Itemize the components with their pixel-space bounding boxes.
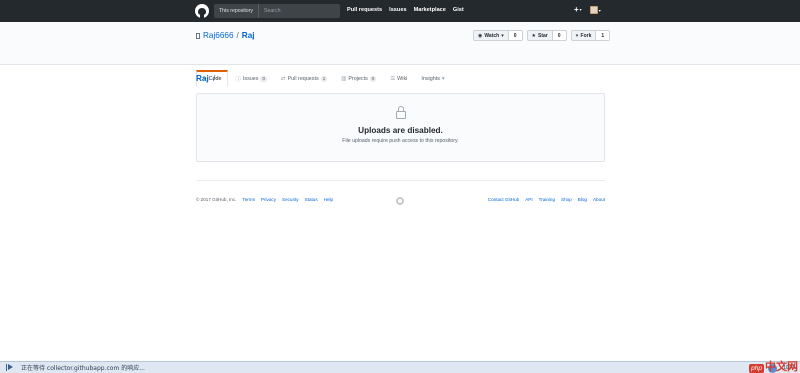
star-count[interactable]: 0 bbox=[552, 30, 567, 41]
repo-name-link[interactable]: Raj bbox=[242, 31, 255, 40]
user-menu[interactable]: ▾ bbox=[589, 6, 601, 14]
avatar bbox=[589, 6, 598, 14]
nav-pull-requests[interactable]: Pull requests bbox=[347, 7, 382, 13]
create-new-menu[interactable]: + ▾ bbox=[574, 6, 582, 14]
github-logo-icon[interactable] bbox=[195, 4, 209, 18]
github-mark-icon[interactable] bbox=[396, 197, 404, 205]
site-footer: © 2017 GitHub, Inc. Terms Privacy Securi… bbox=[196, 180, 605, 210]
watch-group: ◉ Watch ▾ 0 bbox=[473, 30, 523, 41]
tab-wiki-label: Wiki bbox=[397, 76, 408, 82]
status-text: 正在等待 collector.githubapp.com 的响应... bbox=[21, 365, 145, 372]
book-icon: ☰ bbox=[390, 76, 396, 82]
footer-copyright: © 2017 GitHub, Inc. bbox=[196, 197, 237, 202]
footer-link-blog[interactable]: Blog bbox=[578, 197, 587, 202]
repo-owner-link[interactable]: Raj6666 bbox=[203, 31, 234, 40]
repo-title: Raj6666 / Raj bbox=[196, 31, 255, 40]
project-icon: ▥ bbox=[341, 76, 347, 82]
footer-link-security[interactable]: Security bbox=[282, 197, 299, 202]
browser-status-bar: 正在等待 collector.githubapp.com 的响应... 100% bbox=[0, 361, 800, 373]
breadcrumb: Raj / bbox=[196, 74, 215, 83]
breadcrumb-separator: / bbox=[213, 74, 216, 83]
blankslate-title: Uploads are disabled. bbox=[358, 126, 443, 135]
watermark-cn: 中文网 bbox=[765, 360, 798, 373]
search-box[interactable]: This repository bbox=[214, 4, 340, 18]
play-icon[interactable] bbox=[6, 364, 13, 371]
chevron-down-icon: ▾ bbox=[441, 76, 445, 82]
footer-link-api[interactable]: API bbox=[525, 197, 532, 202]
chevron-down-icon: ▾ bbox=[579, 7, 582, 12]
fork-button[interactable]: ⑂ Fork bbox=[570, 30, 597, 41]
footer-link-status[interactable]: Status bbox=[305, 197, 318, 202]
search-input[interactable] bbox=[259, 8, 340, 14]
chevron-down-icon: ▾ bbox=[598, 7, 601, 13]
footer-link-shop[interactable]: Shop bbox=[561, 197, 572, 202]
watch-count[interactable]: 0 bbox=[508, 30, 523, 41]
repo-icon bbox=[196, 32, 200, 39]
fork-icon: ⑂ bbox=[575, 32, 579, 39]
uploads-disabled-panel: Uploads are disabled. File uploads requi… bbox=[196, 93, 605, 162]
footer-right: Contact GitHub API Training Shop Blog Ab… bbox=[488, 197, 605, 202]
tab-projects-label: Projects bbox=[348, 76, 368, 82]
header-right: + ▾ ▾ bbox=[574, 6, 601, 14]
projects-counter: 0 bbox=[369, 76, 377, 82]
watch-button[interactable]: ◉ Watch ▾ bbox=[473, 30, 509, 41]
footer-left: © 2017 GitHub, Inc. Terms Privacy Securi… bbox=[196, 197, 333, 202]
fork-count[interactable]: 1 bbox=[596, 30, 611, 41]
nav-issues[interactable]: Issues bbox=[389, 7, 406, 13]
watermark-php: php bbox=[749, 364, 764, 373]
footer-link-training[interactable]: Training bbox=[539, 197, 555, 202]
breadcrumb-repo-link[interactable]: Raj bbox=[196, 74, 209, 83]
tab-issues-label: Issues bbox=[242, 76, 259, 82]
footer-link-terms[interactable]: Terms bbox=[242, 197, 255, 202]
tab-insights-label: Insights bbox=[421, 76, 440, 82]
tab-issues[interactable]: ⓘ Issues 0 bbox=[228, 70, 274, 87]
star-label: Star bbox=[537, 32, 548, 39]
lock-icon bbox=[396, 106, 406, 119]
star-group: ★ Star 0 bbox=[526, 30, 567, 41]
pull-requests-counter: 1 bbox=[320, 76, 328, 82]
footer-link-help[interactable]: Help bbox=[324, 197, 333, 202]
tab-projects[interactable]: ▥ Projects 0 bbox=[334, 70, 383, 87]
star-icon: ★ bbox=[531, 32, 536, 39]
eye-icon: ◉ bbox=[478, 32, 483, 39]
chevron-down-icon: ▾ bbox=[501, 32, 504, 39]
pull-request-icon: ⇄ bbox=[281, 76, 286, 82]
repo-header: Raj6666 / Raj ◉ Watch ▾ 0 ★ Star 0 ⑂ For… bbox=[0, 22, 800, 87]
fork-group: ⑂ Fork 1 bbox=[570, 30, 611, 41]
repo-tabs: ‹› Code ⓘ Issues 0 ⇄ Pull requests 1 ▥ P… bbox=[196, 70, 452, 87]
search-scope-label: This repository bbox=[214, 4, 260, 18]
issues-counter: 0 bbox=[260, 76, 267, 82]
tab-wiki[interactable]: ☰ Wiki bbox=[383, 70, 414, 87]
blankslate-description: File uploads require push access to this… bbox=[342, 138, 459, 144]
star-button[interactable]: ★ Star bbox=[526, 30, 553, 41]
plus-icon: + bbox=[574, 5, 579, 14]
tab-pull-requests-label: Pull requests bbox=[287, 76, 319, 82]
footer-link-about[interactable]: About bbox=[593, 197, 605, 202]
header-nav: Pull requests Issues Marketplace Gist bbox=[347, 7, 464, 13]
tab-pull-requests[interactable]: ⇄ Pull requests 1 bbox=[274, 70, 334, 87]
fork-label: Fork bbox=[580, 32, 592, 39]
footer-link-contact[interactable]: Contact GitHub bbox=[488, 197, 519, 202]
nav-marketplace[interactable]: Marketplace bbox=[414, 7, 446, 13]
repo-title-separator: / bbox=[236, 31, 239, 40]
tab-insights[interactable]: Insights ▾ bbox=[414, 70, 451, 87]
repo-actions: ◉ Watch ▾ 0 ★ Star 0 ⑂ Fork 1 bbox=[473, 30, 611, 41]
watermark: php 中文网 bbox=[749, 355, 798, 373]
nav-gist[interactable]: Gist bbox=[453, 7, 464, 13]
footer-link-privacy[interactable]: Privacy bbox=[261, 197, 276, 202]
issue-icon: ⓘ bbox=[235, 77, 241, 83]
site-header: This repository Pull requests Issues Mar… bbox=[0, 0, 800, 22]
watch-label: Watch bbox=[484, 32, 500, 39]
